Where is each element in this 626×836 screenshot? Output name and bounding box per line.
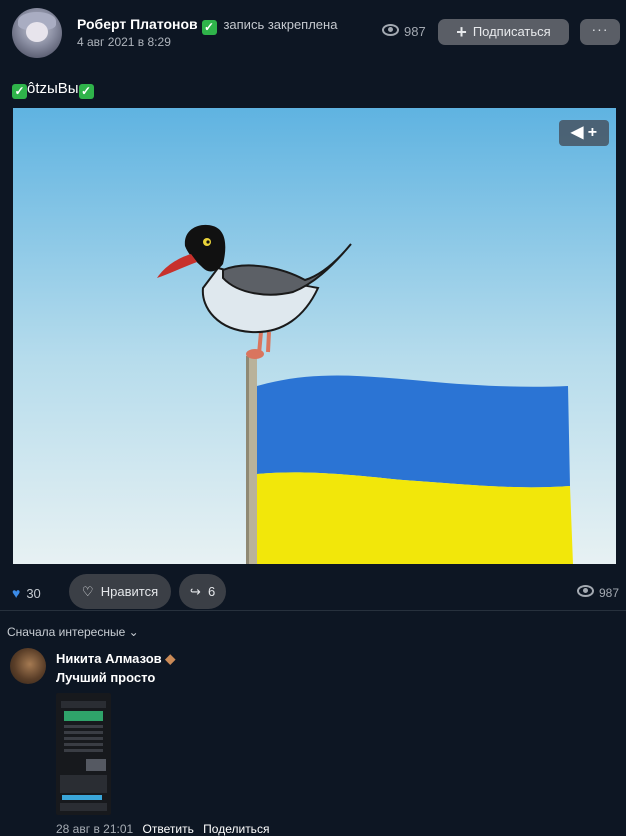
comments-sort-dropdown[interactable]: Сначала интересные ⌄: [7, 625, 139, 639]
media-illustration: [13, 108, 616, 564]
pinned-label: запись закреплена: [223, 17, 338, 32]
checkmark-icon: ✓: [201, 20, 217, 35]
post-media-gif[interactable]: [13, 108, 616, 564]
comment-date[interactable]: 28 авг в 21:01: [56, 822, 133, 836]
subscribe-button[interactable]: + Подписаться: [438, 19, 569, 45]
plus-icon: +: [456, 22, 467, 42]
bird-feet: [246, 349, 264, 359]
likes-summary[interactable]: ♥ 30: [12, 585, 41, 601]
chevron-down-icon: ⌄: [128, 625, 139, 639]
reply-link[interactable]: Ответить: [143, 822, 194, 836]
megaphone-add-button[interactable]: ◀ +: [559, 120, 609, 146]
post-views: 987: [382, 24, 426, 39]
shares-count: 6: [207, 584, 216, 599]
post-actions: ♥ 30 ♡ Нравится ↪ 6 987: [0, 574, 626, 610]
plus-icon: +: [587, 124, 598, 141]
flagpole-shade: [246, 356, 249, 564]
share-button[interactable]: ↪ 6: [179, 574, 226, 609]
share-icon: ↪: [189, 584, 201, 599]
avatar-face: [26, 22, 48, 42]
post-date[interactable]: 4 авг 2021 в 8:29: [77, 35, 171, 49]
comment-author-line: Никита Алмазов ◆: [56, 651, 175, 667]
author-name[interactable]: Роберт Платонов: [77, 16, 198, 32]
emoji-icon: ◆: [165, 651, 176, 666]
like-label: Нравится: [100, 584, 159, 599]
views-count: 987: [404, 24, 426, 39]
eye-icon: [382, 24, 399, 36]
subscribe-label: Подписаться: [472, 24, 551, 39]
author-avatar[interactable]: [12, 8, 62, 58]
post-header: Роберт Платонов ✓ запись закреплена 4 ав…: [0, 0, 626, 70]
views-bottom: 987: [577, 585, 619, 600]
heart-icon: ♡: [81, 584, 94, 599]
post-text: ✓ ôtzыВы ✓: [12, 80, 94, 99]
checkmark-icon: ✓: [12, 84, 27, 99]
flag-blue: [257, 375, 570, 488]
heart-icon: ♥: [12, 585, 21, 601]
comment-text: Лучший просто: [56, 670, 156, 685]
post-text-value: ôtzыВы: [27, 80, 79, 97]
comment-meta: 28 авг в 21:01 Ответить Поделиться: [56, 822, 269, 836]
eye-icon: [577, 585, 594, 597]
comment-attachment-image[interactable]: [56, 693, 111, 815]
author-name-line: Роберт Платонов ✓ запись закреплена: [77, 16, 337, 35]
share-link[interactable]: Поделиться: [203, 822, 269, 836]
megaphone-icon: ◀: [570, 124, 584, 141]
attachment-illustration: [56, 693, 111, 815]
sort-label: Сначала интересные: [7, 625, 126, 639]
checkmark-icon: ✓: [78, 84, 94, 99]
comment-author[interactable]: Никита Алмазов: [56, 651, 162, 666]
bird-pupil: [206, 240, 210, 244]
more-icon: ···: [591, 21, 609, 37]
like-button[interactable]: ♡ Нравится: [69, 574, 171, 609]
views-count: 987: [599, 586, 620, 600]
likes-count: 30: [26, 586, 41, 601]
comment-avatar[interactable]: [10, 648, 46, 684]
divider: [0, 610, 626, 611]
more-button[interactable]: ···: [580, 19, 620, 45]
